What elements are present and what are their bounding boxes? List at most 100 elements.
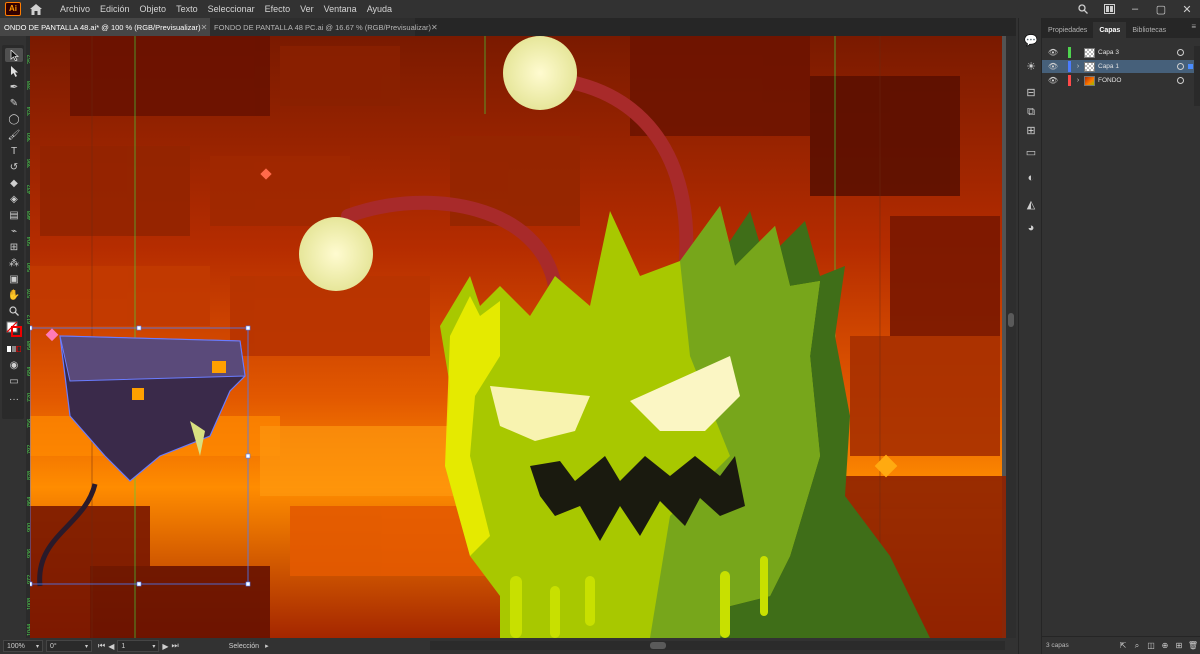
layer-target-icon[interactable]: [1177, 63, 1184, 70]
pathfinder-icon[interactable]: ⧉: [1022, 104, 1040, 120]
blend-tool-icon[interactable]: ⊞: [5, 240, 23, 254]
horizontal-scrollbar[interactable]: [430, 641, 1005, 650]
close-icon[interactable]: ✕: [1174, 0, 1200, 18]
comments-icon[interactable]: 💬: [1022, 32, 1040, 48]
transparency-icon[interactable]: ▭: [1022, 144, 1040, 160]
visibility-eye-icon[interactable]: 👁: [1046, 76, 1060, 85]
menu-ayuda[interactable]: Ayuda: [362, 4, 397, 14]
tab-libraries[interactable]: Bibliotecas: [1126, 22, 1172, 38]
brightness-icon[interactable]: ☀: [1022, 58, 1040, 74]
document-tabs: ONDO DE PANTALLA 48.ai* @ 100 % (RGB/Pre…: [0, 18, 1016, 36]
menu-efecto[interactable]: Efecto: [260, 4, 296, 14]
maximize-icon[interactable]: ▢: [1148, 0, 1174, 18]
menu-seleccionar[interactable]: Seleccionar: [203, 4, 260, 14]
draw-mode-icon[interactable]: ◉: [5, 358, 23, 372]
screen-mode-icon[interactable]: ▭: [5, 374, 23, 388]
clipping-mask-icon[interactable]: ◫: [1144, 641, 1158, 651]
more-tools-icon[interactable]: ···: [5, 392, 23, 406]
align-icon[interactable]: ⊟: [1022, 84, 1040, 100]
eraser-tool-icon[interactable]: ◆: [5, 176, 23, 190]
first-artboard-icon[interactable]: ⏮: [98, 641, 105, 651]
new-sublayer-icon[interactable]: ⊕: [1158, 641, 1172, 651]
appearance-icon[interactable]: ◐: [1022, 170, 1040, 186]
app-logo: Ai: [5, 2, 21, 16]
layer-name[interactable]: Capa 3: [1098, 49, 1119, 56]
layer-thumbnail: [1084, 47, 1095, 58]
pen-tool-icon[interactable]: ✒: [5, 80, 23, 94]
zoom-tool-icon[interactable]: [5, 304, 23, 318]
menu-ver[interactable]: Ver: [295, 4, 319, 14]
tab-close-icon[interactable]: ✕: [431, 23, 438, 32]
tab-document-48-pc[interactable]: FONDO DE PANTALLA 48 PC.ai @ 16.67 % (RG…: [210, 18, 438, 36]
status-menu-icon[interactable]: ▸: [265, 642, 269, 650]
gradient-panel-icon[interactable]: ◭: [1022, 196, 1040, 212]
window-controls: – ▢ ✕: [1070, 0, 1200, 18]
eyedropper-tool-icon[interactable]: ⌁: [5, 224, 23, 238]
menu-ventana[interactable]: Ventana: [319, 4, 362, 14]
export-icon[interactable]: ⇱: [1116, 641, 1130, 651]
layer-row[interactable]: 👁 Capa 3: [1042, 46, 1200, 59]
panel-footer-icons: ⇱ ⌕ ◫ ⊕ ⊞ 🗑: [1116, 641, 1200, 651]
menu-archivo[interactable]: Archivo: [55, 4, 95, 14]
visibility-eye-icon[interactable]: 👁: [1046, 62, 1060, 71]
tab-label: ONDO DE PANTALLA 48.ai* @ 100 % (RGB/Pre…: [4, 22, 201, 32]
rotation-select[interactable]: 0° ▾: [46, 640, 92, 652]
new-layer-icon[interactable]: ⊞: [1172, 641, 1186, 651]
canvas-area[interactable]: 252 288 324 360 396 432 468 504 540 576 …: [26, 36, 1006, 638]
panel-icons-column: 💬 ☀ ⊟ ⧉ ⊞ ▭ ◐ ◭ ◕: [1018, 18, 1042, 654]
locate-object-icon[interactable]: ⌕: [1130, 641, 1144, 651]
arrange-documents-icon[interactable]: [1096, 0, 1122, 18]
zoom-select[interactable]: 100% ▾: [3, 640, 43, 652]
layer-name[interactable]: Capa 1: [1098, 63, 1119, 70]
type-tool-icon[interactable]: T: [5, 144, 23, 158]
hand-tool-icon[interactable]: ✋: [5, 288, 23, 302]
layer-row[interactable]: 👁 › FONDO: [1042, 74, 1200, 87]
tab-close-icon[interactable]: ✕: [201, 23, 208, 32]
direct-selection-tool-icon[interactable]: [5, 64, 23, 78]
fill-stroke-icon[interactable]: [5, 321, 23, 337]
stroke-icon[interactable]: ◕: [1022, 220, 1040, 236]
artboard-value: 1: [121, 642, 126, 650]
minimize-icon[interactable]: –: [1122, 0, 1148, 18]
search-icon[interactable]: [1070, 0, 1096, 18]
prev-artboard-icon[interactable]: ◀: [108, 642, 114, 651]
next-artboard-icon[interactable]: ▶: [162, 642, 168, 651]
vertical-scrollbar[interactable]: [1006, 36, 1016, 638]
symbol-sprayer-tool-icon[interactable]: ⁂: [5, 256, 23, 270]
layer-thumbnail: [1084, 75, 1095, 86]
tab-layers[interactable]: Capas: [1093, 22, 1127, 38]
shape-builder-tool-icon[interactable]: ◈: [5, 192, 23, 206]
gradient-tool-icon[interactable]: ▤: [5, 208, 23, 222]
last-artboard-icon[interactable]: ⏭: [172, 641, 179, 651]
visibility-eye-icon[interactable]: 👁: [1046, 48, 1060, 57]
selection-tool-icon[interactable]: [5, 48, 23, 62]
home-icon[interactable]: [29, 2, 43, 16]
expand-arrow-icon[interactable]: ›: [1073, 63, 1083, 70]
curvature-tool-icon[interactable]: ✎: [5, 96, 23, 110]
rotate-tool-icon[interactable]: ↺: [5, 160, 23, 174]
delete-layer-icon[interactable]: 🗑: [1186, 641, 1200, 651]
menu-texto[interactable]: Texto: [171, 4, 203, 14]
menu-edicion[interactable]: Edición: [95, 4, 135, 14]
layer-target-icon[interactable]: [1177, 49, 1184, 56]
panel-menu-icon[interactable]: ≡: [1191, 22, 1196, 31]
artboard-select[interactable]: 1 ▾: [117, 640, 160, 652]
ellipse-tool-icon[interactable]: ◯: [5, 112, 23, 126]
expand-arrow-icon[interactable]: ›: [1073, 77, 1083, 84]
selection-indicator[interactable]: [1188, 64, 1193, 69]
layer-name[interactable]: FONDO: [1098, 77, 1121, 84]
tab-properties[interactable]: Propiedades: [1042, 22, 1093, 38]
artboard-tool-icon[interactable]: ▣: [5, 272, 23, 286]
artwork[interactable]: [30, 36, 1006, 638]
transform-icon[interactable]: ⊞: [1022, 122, 1040, 138]
status-bar: 100% ▾ 0° ▾ ⏮ ◀ 1 ▾ ▶ ⏭ Selección ▸: [0, 638, 1016, 654]
scroll-thumb[interactable]: [1008, 313, 1014, 327]
brush-tool-icon[interactable]: 🖌: [5, 128, 23, 142]
tab-document-48[interactable]: ONDO DE PANTALLA 48.ai* @ 100 % (RGB/Pre…: [0, 18, 210, 36]
layer-target-icon[interactable]: [1177, 77, 1184, 84]
color-mode-icon[interactable]: [5, 342, 23, 356]
layer-row[interactable]: 👁 › Capa 1: [1042, 60, 1200, 73]
menu-objeto[interactable]: Objeto: [135, 4, 172, 14]
scroll-thumb[interactable]: [650, 642, 666, 649]
panel-scrollbar[interactable]: [1194, 46, 1200, 106]
